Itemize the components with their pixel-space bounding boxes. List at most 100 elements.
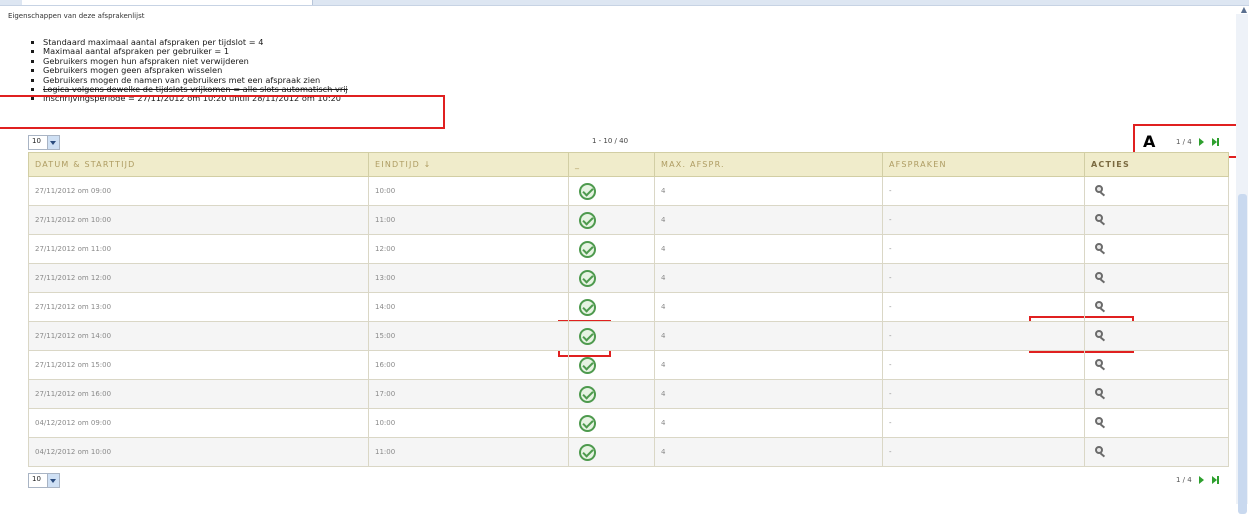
max-cell: 4	[654, 205, 883, 235]
table-row: 27/11/2012 om 14:00 15:00 4 -	[28, 321, 1229, 351]
column-header-acties: ACTIES	[1084, 152, 1229, 177]
table-row: 04/12/2012 om 10:00 11:00 4 -	[28, 437, 1229, 467]
next-page-icon[interactable]	[1198, 138, 1204, 146]
table-row: 27/11/2012 om 15:00 16:00 4 -	[28, 350, 1229, 380]
max-cell: 4	[654, 321, 883, 351]
column-header-datum[interactable]: DATUM & STARTTIJD	[28, 152, 369, 177]
column-header-status[interactable]: _	[568, 152, 655, 177]
actions-cell	[1084, 408, 1229, 438]
pager-bottom: 1 / 4	[1176, 476, 1220, 484]
page-title: Eigenschappen van deze afsprakenlijst	[8, 12, 145, 20]
check-circle-icon[interactable]	[579, 356, 596, 374]
chevron-down-icon[interactable]	[47, 474, 59, 487]
actions-cell	[1084, 437, 1229, 467]
magnifier-icon[interactable]	[1094, 446, 1106, 458]
status-cell	[568, 437, 655, 467]
magnifier-icon[interactable]	[1094, 359, 1106, 371]
afspraken-cell: -	[882, 321, 1085, 351]
end-cell: 12:00	[368, 234, 569, 264]
afspraken-cell: -	[882, 437, 1085, 467]
start-cell: 27/11/2012 om 13:00	[28, 292, 369, 322]
magnifier-icon[interactable]	[1094, 301, 1106, 313]
end-cell: 10:00	[368, 176, 569, 206]
start-cell: 27/11/2012 om 12:00	[28, 263, 369, 293]
column-header-eindtijd[interactable]: EINDTIJD ↓	[368, 152, 569, 177]
pager-top: 1 / 4	[1176, 138, 1220, 146]
status-cell	[568, 292, 655, 322]
afspraken-cell: -	[882, 234, 1085, 264]
column-header-max[interactable]: MAX. AFSPR.	[654, 152, 883, 177]
page-indicator: 1 / 4	[1176, 476, 1192, 484]
magnifier-icon[interactable]	[1094, 214, 1106, 226]
table-row: 27/11/2012 om 09:00 10:00 4 -	[28, 176, 1229, 206]
magnifier-icon[interactable]	[1094, 272, 1106, 284]
actions-cell	[1084, 292, 1229, 322]
scrollbar-thumb[interactable]	[1238, 194, 1247, 514]
annotation-label-a: A	[1143, 132, 1156, 151]
magnifier-icon[interactable]	[1094, 243, 1106, 255]
browser-tab-strip	[0, 0, 1249, 6]
check-circle-icon[interactable]	[579, 269, 596, 287]
per-page-select-bottom[interactable]: 10	[28, 473, 60, 488]
max-cell: 4	[654, 234, 883, 264]
table-header-row: DATUM & STARTTIJD EINDTIJD ↓ _ MAX. AFSP…	[28, 152, 1229, 177]
max-cell: 4	[654, 379, 883, 409]
status-cell	[568, 263, 655, 293]
magnifier-icon[interactable]	[1094, 388, 1106, 400]
check-circle-icon[interactable]	[579, 240, 596, 258]
scroll-up-icon[interactable]: ▲	[1241, 5, 1247, 14]
max-cell: 4	[654, 408, 883, 438]
timeslot-table: DATUM & STARTTIJD EINDTIJD ↓ _ MAX. AFSP…	[28, 152, 1229, 467]
annotation-box-period	[0, 95, 445, 129]
max-cell: 4	[654, 263, 883, 293]
end-cell: 11:00	[368, 437, 569, 467]
max-cell: 4	[654, 350, 883, 380]
magnifier-icon[interactable]	[1094, 330, 1106, 342]
check-circle-icon[interactable]	[579, 443, 596, 461]
browser-tab[interactable]	[22, 0, 313, 5]
last-page-icon[interactable]	[1212, 476, 1220, 484]
afspraken-cell: -	[882, 176, 1085, 206]
check-circle-icon[interactable]	[579, 327, 596, 345]
table-row: 04/12/2012 om 09:00 10:00 4 -	[28, 408, 1229, 438]
properties-list: Standaard maximaal aantal afspraken per …	[33, 37, 348, 104]
end-cell: 16:00	[368, 350, 569, 380]
check-circle-icon[interactable]	[579, 298, 596, 316]
column-header-afspraken[interactable]: AFSPRAKEN	[882, 152, 1085, 177]
afspraken-cell: -	[882, 350, 1085, 380]
afspraken-cell: -	[882, 205, 1085, 235]
end-cell: 10:00	[368, 408, 569, 438]
end-cell: 13:00	[368, 263, 569, 293]
check-circle-icon[interactable]	[579, 385, 596, 403]
chevron-down-icon[interactable]	[47, 136, 59, 149]
start-cell: 27/11/2012 om 14:00	[28, 321, 369, 351]
table-row: 27/11/2012 om 12:00 13:00 4 -	[28, 263, 1229, 293]
vertical-scrollbar[interactable]	[1236, 14, 1248, 514]
status-cell	[568, 408, 655, 438]
max-cell: 4	[654, 292, 883, 322]
end-cell: 11:00	[368, 205, 569, 235]
next-page-icon[interactable]	[1198, 476, 1204, 484]
start-cell: 27/11/2012 om 16:00	[28, 379, 369, 409]
per-page-value: 10	[32, 475, 41, 483]
check-circle-icon[interactable]	[579, 182, 596, 200]
magnifier-icon[interactable]	[1094, 417, 1106, 429]
check-circle-icon[interactable]	[579, 414, 596, 432]
actions-cell	[1084, 379, 1229, 409]
afspraken-cell: -	[882, 263, 1085, 293]
start-cell: 27/11/2012 om 09:00	[28, 176, 369, 206]
start-cell: 27/11/2012 om 10:00	[28, 205, 369, 235]
status-cell	[568, 176, 655, 206]
actions-cell	[1084, 176, 1229, 206]
per-page-value: 10	[32, 137, 41, 145]
actions-cell	[1084, 321, 1229, 351]
start-cell: 04/12/2012 om 10:00	[28, 437, 369, 467]
actions-cell	[1084, 263, 1229, 293]
last-page-icon[interactable]	[1212, 138, 1220, 146]
status-cell	[568, 350, 655, 380]
per-page-select[interactable]: 10	[28, 135, 60, 150]
status-cell	[568, 205, 655, 235]
table-row: 27/11/2012 om 11:00 12:00 4 -	[28, 234, 1229, 264]
check-circle-icon[interactable]	[579, 211, 596, 229]
magnifier-icon[interactable]	[1094, 185, 1106, 197]
